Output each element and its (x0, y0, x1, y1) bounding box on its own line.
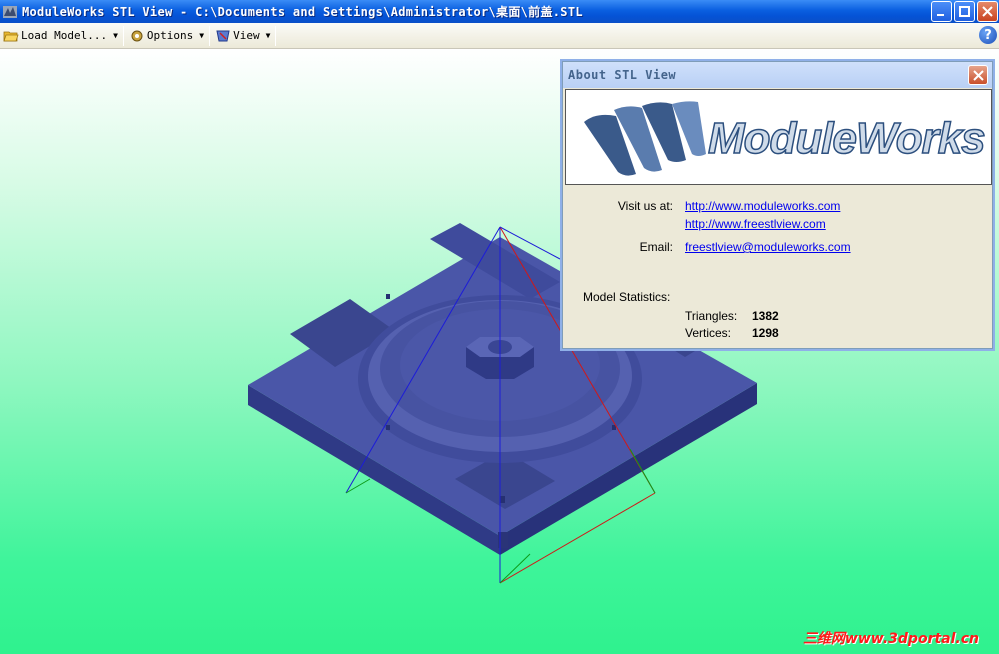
visit-label: Visit us at: (617, 199, 673, 213)
email-label: Email: (639, 240, 673, 254)
view-label: View (233, 29, 260, 42)
chevron-down-icon: ▼ (113, 31, 118, 40)
toolbar-separator (275, 25, 277, 46)
watermark: 三维网www.3dportal.cn (802, 631, 979, 647)
view-icon (216, 30, 230, 41)
help-button[interactable]: ? (979, 26, 997, 44)
dialog-close-button[interactable] (968, 65, 988, 85)
chevron-down-icon: ▼ (199, 31, 205, 40)
vertices-label: Vertices: (685, 326, 732, 340)
maximize-button[interactable] (954, 1, 975, 22)
gear-icon (131, 30, 143, 41)
link-moduleworks[interactable]: http://www.moduleworks.com (685, 199, 840, 213)
toolbar: Load Model... ▼ Options ▼ View ▼ ? (0, 23, 999, 49)
hole (386, 294, 390, 299)
close-window-button[interactable] (977, 1, 998, 22)
vertices-value: 1298 (752, 326, 779, 340)
stats-label: Model Statistics: (583, 290, 671, 304)
load-model-label: Load Model... (21, 29, 108, 42)
view-button[interactable]: View ▼ (212, 25, 273, 47)
close-icon (982, 6, 993, 17)
about-dialog: About STL View ModuleWorks Visit us at: … (562, 61, 993, 349)
options-label: Options (146, 29, 194, 42)
email-link[interactable]: freestlview@moduleworks.com (685, 240, 851, 254)
dialog-title-bar: About STL View (563, 62, 992, 88)
title-bar: ModuleWorks STL View - C:\Documents and … (0, 0, 999, 23)
triangles-label: Triangles: (685, 309, 738, 323)
dialog-title: About STL View (568, 68, 677, 82)
window-title: ModuleWorks STL View - C:\Documents and … (22, 5, 583, 19)
logo-panel: ModuleWorks (565, 89, 992, 185)
folder-open-icon (3, 31, 19, 41)
logo-text: ModuleWorks (707, 113, 986, 164)
hole (500, 496, 505, 503)
close-icon (972, 69, 984, 81)
hole (386, 425, 390, 430)
options-button[interactable]: Options ▼ (126, 25, 207, 47)
help-icon: ? (984, 27, 992, 43)
link-freestlview[interactable]: http://www.freestlview.com (685, 217, 826, 231)
toolbar-separator (209, 25, 211, 46)
maximize-icon (959, 6, 970, 17)
moduleworks-logo-icon (584, 101, 706, 176)
minimize-icon (937, 14, 944, 16)
load-model-button[interactable]: Load Model... ▼ (0, 25, 121, 47)
app-icon (3, 5, 17, 18)
toolbar-separator (122, 25, 124, 46)
triangles-value: 1382 (752, 309, 779, 323)
minimize-button[interactable] (931, 1, 952, 22)
chevron-down-icon: ▼ (265, 31, 271, 40)
